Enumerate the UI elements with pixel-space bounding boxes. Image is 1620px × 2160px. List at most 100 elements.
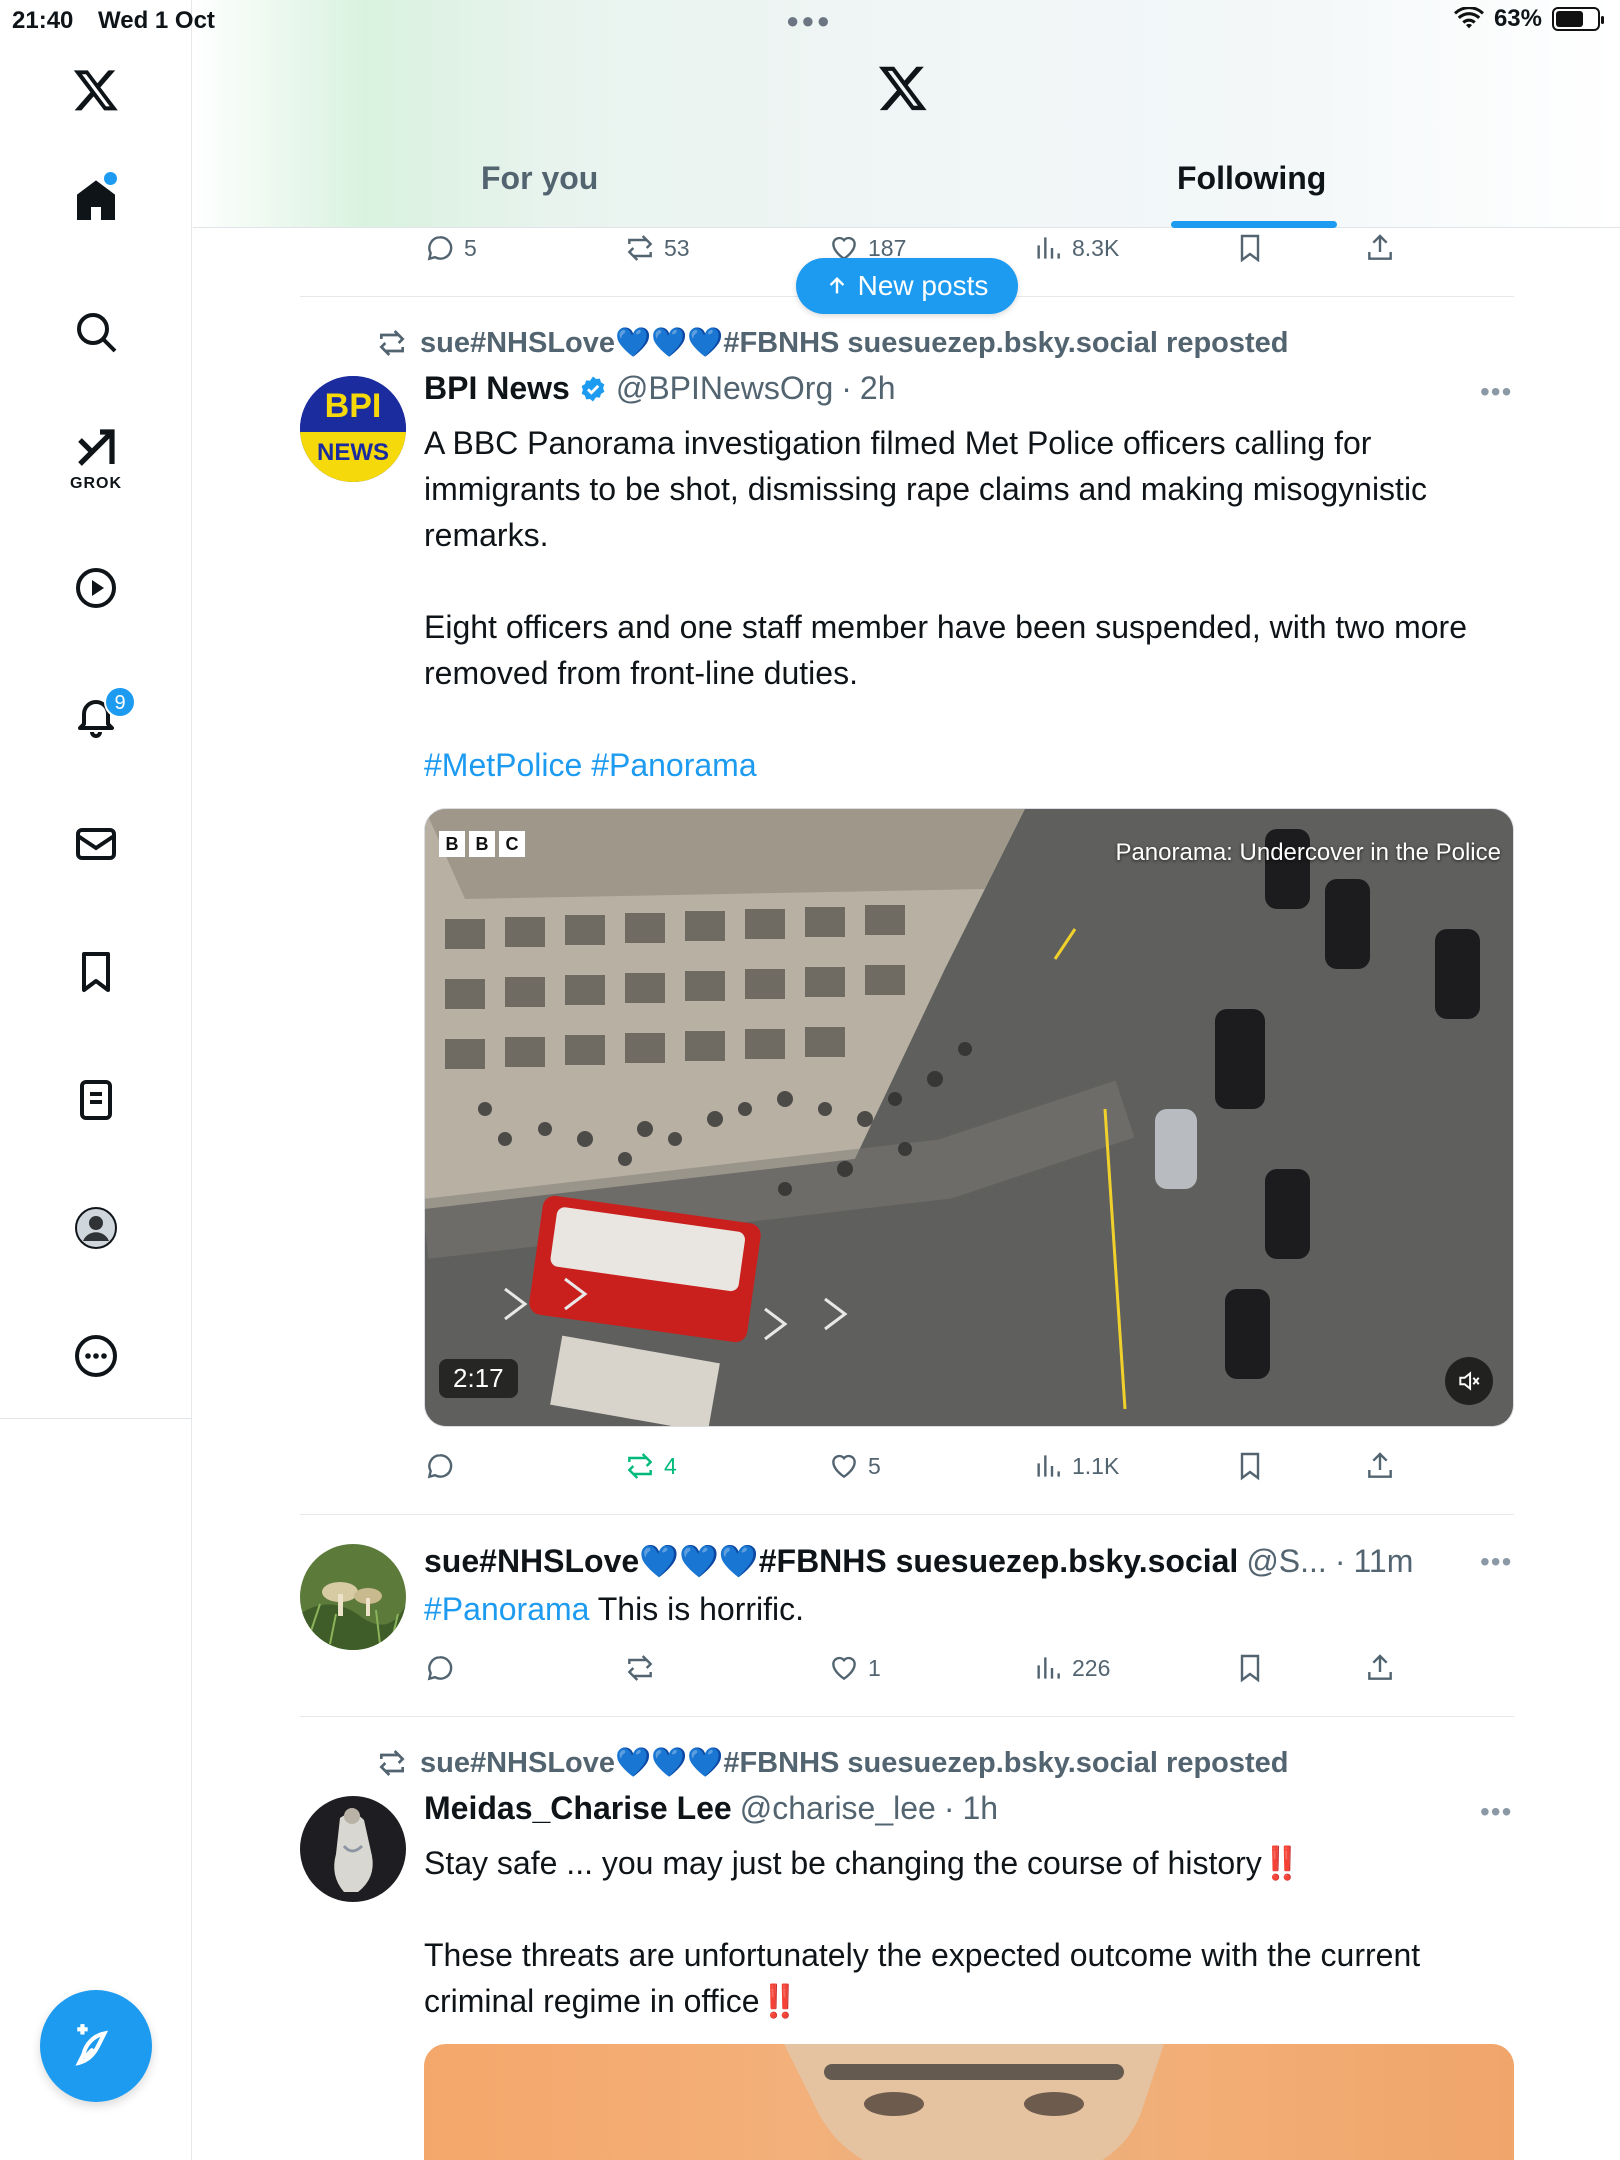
double-exclamation-icon: ‼️	[1261, 1845, 1302, 1881]
post-more-icon[interactable]: •••	[1480, 376, 1512, 408]
like-button[interactable]: 1	[828, 1646, 881, 1690]
arrow-up-icon	[829, 276, 844, 294]
battery-percent: 63%	[1493, 5, 1542, 32]
x-logo-icon[interactable]	[66, 60, 126, 120]
views-button[interactable]: 8.3K	[1032, 226, 1119, 270]
bookmarks-icon[interactable]	[66, 942, 126, 1002]
author-name[interactable]: BPI News	[424, 370, 570, 407]
avatar[interactable]	[300, 1544, 406, 1650]
video-player[interactable]: B B C Panorama: Undercover in the Police…	[424, 808, 1514, 1427]
repost-button[interactable]: 4	[624, 1444, 677, 1488]
post-hashtags[interactable]: #MetPolice #Panorama	[424, 742, 1514, 788]
post-hashtag[interactable]: #Panorama	[424, 1591, 589, 1627]
post-paragraph: These threats are unfortunately the expe…	[424, 1932, 1514, 2024]
post-text-body: This is horrific.	[589, 1591, 804, 1627]
compose-post-button[interactable]	[40, 1990, 152, 2102]
profile-avatar-icon[interactable]	[66, 1198, 126, 1258]
video-duration: 2:17	[439, 1359, 518, 1398]
author-name[interactable]: Meidas_Charise Lee	[424, 1790, 732, 1827]
post-time[interactable]: 1h	[963, 1790, 999, 1827]
post-time[interactable]: 11m	[1353, 1543, 1413, 1580]
repost-button[interactable]	[624, 1646, 664, 1690]
author-handle[interactable]: @charise_lee	[740, 1790, 936, 1827]
avatar[interactable]: BPI NEWS	[300, 376, 406, 482]
views-chart-icon	[1037, 1455, 1060, 1477]
repost-attribution-text: sue#NHSLove💙💙💙#FBNHS suesuezep.bsky.soci…	[420, 327, 1289, 359]
like-button[interactable]: 5	[828, 1444, 881, 1488]
status-right: 63%	[1453, 5, 1604, 33]
bookmark-icon	[1240, 234, 1260, 263]
new-posts-label: New posts	[857, 270, 989, 301]
post-author-line: sue#NHSLove💙💙💙#FBNHS suesuezep.bsky.soci…	[424, 1542, 1413, 1580]
double-exclamation-icon: ‼️	[759, 1983, 800, 2019]
messages-icon[interactable]	[66, 814, 126, 874]
post-actions: 1 226	[424, 1646, 1424, 1690]
video-icon[interactable]	[66, 558, 126, 618]
bookmark-icon	[1240, 1654, 1260, 1683]
bookmark-button[interactable]	[1234, 1444, 1266, 1488]
bookmark-button[interactable]	[1234, 226, 1266, 270]
reply-button[interactable]: 5	[424, 226, 477, 270]
photo-thumbnail	[784, 2044, 1164, 2160]
post-author-line: BPI News @BPINewsOrg · 2h	[424, 370, 896, 407]
repost-button[interactable]: 53	[624, 226, 690, 270]
views-button[interactable]: 226	[1032, 1646, 1110, 1690]
share-button[interactable]	[1364, 1646, 1396, 1690]
reply-button[interactable]	[424, 1646, 464, 1690]
repost-icon	[627, 1453, 653, 1479]
author-name[interactable]: sue#NHSLove💙💙💙#FBNHS suesuezep.bsky.soci…	[424, 1542, 1238, 1580]
post-paragraph: Eight officers and one staff member have…	[424, 609, 1467, 691]
separator-dot: ·	[1334, 1542, 1346, 1579]
post-image[interactable]	[424, 2044, 1514, 2160]
repost-icon	[379, 330, 405, 356]
video-overlay-title: Panorama: Undercover in the Police	[1115, 839, 1501, 866]
post-more-icon[interactable]: •••	[1480, 1796, 1512, 1828]
post-line: These threats are unfortunately the expe…	[424, 1937, 1421, 2019]
status-date: Wed 1 Oct	[98, 7, 215, 34]
search-icon[interactable]	[66, 302, 126, 362]
status-time: 21:40	[12, 7, 74, 34]
reply-button[interactable]	[424, 1444, 464, 1488]
views-button[interactable]: 1.1K	[1032, 1444, 1119, 1488]
like-count: 1	[868, 1654, 881, 1681]
post-time[interactable]: 2h	[860, 370, 896, 407]
more-options-icon[interactable]	[66, 1326, 126, 1386]
post-paragraph: A BBC Panorama investigation filmed Met …	[424, 425, 1428, 553]
active-tab-indicator	[1171, 221, 1337, 228]
post-more-icon[interactable]: •••	[1480, 1546, 1512, 1578]
mute-button[interactable]	[1445, 1357, 1493, 1405]
heart-icon	[832, 1454, 856, 1479]
home-unread-dot	[104, 172, 117, 185]
repost-attribution[interactable]: sue#NHSLove💙💙💙#FBNHS suesuezep.bsky.soci…	[376, 326, 1289, 360]
home-icon[interactable]	[66, 170, 126, 230]
share-button[interactable]	[1364, 1444, 1396, 1488]
share-icon	[1368, 1654, 1392, 1680]
tab-for-you[interactable]: For you	[481, 160, 598, 197]
repost-count: 4	[664, 1452, 677, 1479]
like-count: 5	[868, 1452, 881, 1479]
author-handle[interactable]: @S...	[1246, 1543, 1327, 1580]
repost-icon	[379, 1750, 405, 1776]
share-button[interactable]	[1364, 226, 1396, 270]
lists-icon[interactable]	[66, 1070, 126, 1130]
status-bar: 21:40 Wed 1 Oct ●●● 63%	[0, 0, 1620, 40]
new-posts-button[interactable]: New posts	[796, 258, 1018, 314]
repost-attribution-text: sue#NHSLove💙💙💙#FBNHS suesuezep.bsky.soci…	[420, 1747, 1289, 1779]
grok-icon[interactable]	[66, 418, 126, 478]
separator-dot: ·	[841, 370, 852, 406]
repost-icon	[627, 1655, 653, 1681]
multitask-dots-icon[interactable]: ●●●	[786, 8, 832, 34]
battery-icon	[1552, 7, 1604, 31]
post-paragraph: Stay safe ... you may just be changing t…	[424, 1840, 1514, 1886]
post-author-line: Meidas_Charise Lee @charise_lee · 1h	[424, 1790, 998, 1827]
bbc-logo-letter: B	[469, 831, 495, 857]
verified-badge-icon	[581, 376, 605, 401]
tab-following[interactable]: Following	[1177, 160, 1326, 197]
bookmark-button[interactable]	[1234, 1646, 1266, 1690]
battery-fill	[1556, 11, 1583, 27]
author-handle[interactable]: @BPINewsOrg	[616, 370, 833, 407]
views-chart-icon	[1037, 1657, 1060, 1679]
avatar[interactable]	[300, 1796, 406, 1902]
wifi-icon	[1453, 7, 1484, 29]
repost-attribution[interactable]: sue#NHSLove💙💙💙#FBNHS suesuezep.bsky.soci…	[376, 1746, 1289, 1780]
